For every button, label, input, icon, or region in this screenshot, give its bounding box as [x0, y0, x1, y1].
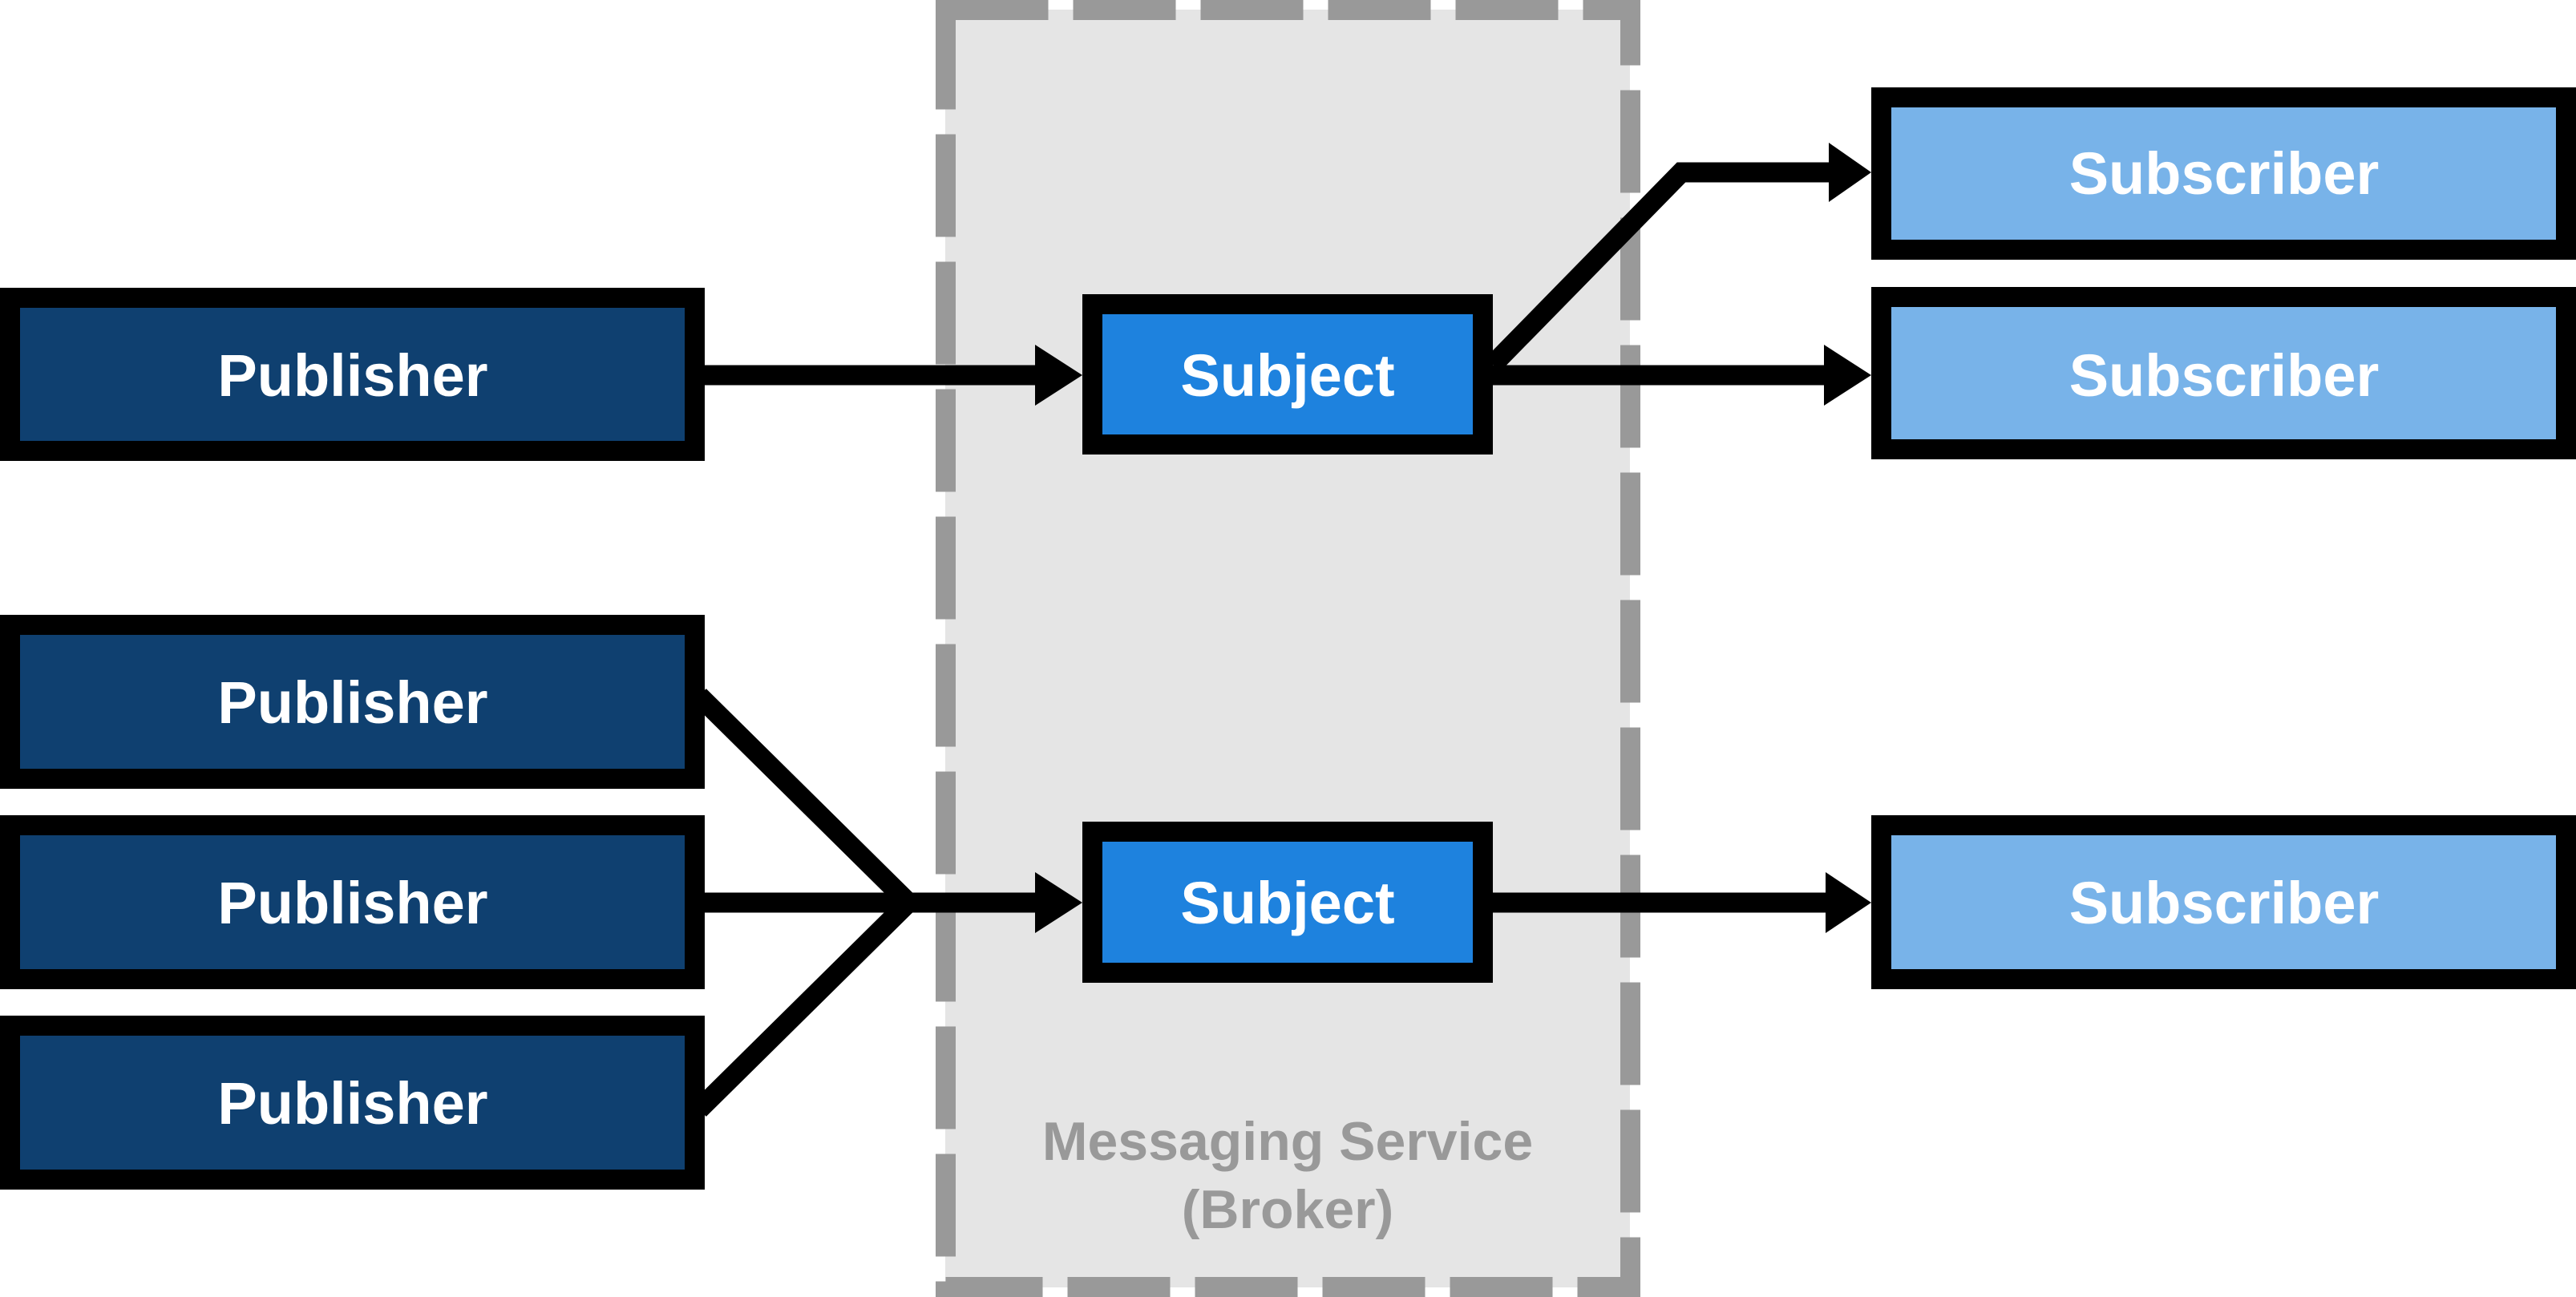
broker-label-line1: Messaging Service	[1042, 1111, 1533, 1172]
publisher-node[interactable]: Publisher	[0, 288, 705, 461]
broker-fill	[945, 10, 1630, 1287]
publisher-node[interactable]: Publisher	[0, 1016, 705, 1190]
edge-p2-merge	[692, 689, 916, 910]
broker-container: Messaging Service (Broker)	[936, 0, 1640, 1297]
subscriber-label: Subscriber	[2069, 342, 2380, 409]
pubsub-diagram: Messaging Service (Broker) Publisher Pub…	[0, 0, 2576, 1297]
subscriber-node[interactable]: Subscriber	[1871, 815, 2576, 989]
subscriber-label: Subscriber	[2069, 140, 2380, 207]
subscriber-node[interactable]: Subscriber	[1871, 287, 2576, 459]
publisher-label: Publisher	[217, 669, 487, 736]
arrowhead-c2-in	[1824, 345, 1871, 406]
subject-node[interactable]: Subject	[1082, 822, 1493, 983]
subscriber-label: Subscriber	[2069, 870, 2380, 936]
publisher-node[interactable]: Publisher	[0, 615, 705, 789]
subject-label: Subject	[1180, 870, 1394, 936]
publisher-label: Publisher	[217, 1070, 487, 1137]
broker-label-line2: (Broker)	[1182, 1179, 1394, 1240]
publisher-node[interactable]: Publisher	[0, 815, 705, 989]
subscriber-node[interactable]: Subscriber	[1871, 87, 2576, 260]
arrowhead-c1-in	[1829, 143, 1871, 202]
publisher-label: Publisher	[217, 870, 487, 936]
subject-label: Subject	[1180, 342, 1394, 409]
arrowhead-c3-in	[1826, 872, 1871, 933]
subject-node[interactable]: Subject	[1082, 294, 1493, 455]
edge-p4-merge	[692, 895, 916, 1117]
publisher-label: Publisher	[217, 342, 487, 409]
